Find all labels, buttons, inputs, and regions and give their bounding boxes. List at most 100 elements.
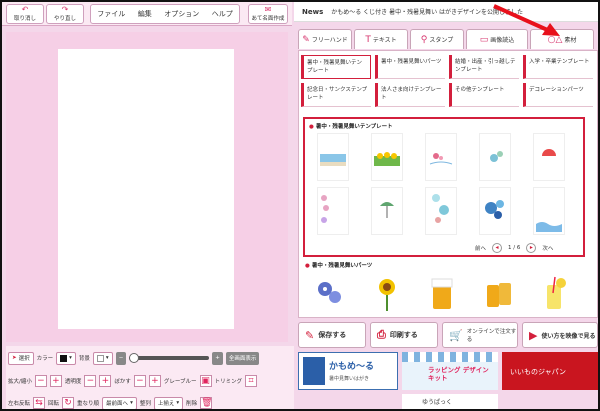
fullscreen-label: 全画面表示	[228, 356, 257, 362]
pager-prev-icon[interactable]: ◂	[492, 243, 503, 253]
redo-button[interactable]: ↷ やり直し	[46, 4, 84, 24]
japan-banner[interactable]: いいものジャパン	[502, 352, 598, 390]
pager-status: 1 / 6	[508, 245, 521, 251]
undo-button[interactable]: ↶ 取り消し	[6, 4, 44, 24]
flip-label: 左右反転	[8, 401, 31, 407]
undo-icon: ↶	[21, 5, 29, 14]
align-select[interactable]: 上揃え ▾	[153, 396, 184, 409]
wrapping-title: ラッピング デザインキット	[428, 366, 489, 382]
color-swatch	[60, 354, 68, 362]
kamomail-subtitle: 暑中見舞いはがき	[329, 376, 370, 382]
toast-beer-part[interactable]	[479, 273, 519, 313]
color-picker[interactable]: ▾	[56, 351, 76, 365]
template-thumb[interactable]	[317, 133, 349, 181]
tab-text-label: テキスト	[372, 37, 397, 44]
template-thumb[interactable]	[371, 133, 403, 181]
template-thumb[interactable]	[533, 133, 565, 181]
app-frame: ↶ 取り消し ↷ やり直し ファイル 編集 オプション ヘルプ ✉ あて名面作成…	[0, 0, 600, 411]
order-online-label: オンラインで注文する	[466, 329, 517, 343]
tab-freehand[interactable]: ✎ フリーハンド	[298, 29, 352, 49]
blur-minus-button[interactable]: −	[133, 375, 146, 387]
opacity-label: 透明度	[64, 379, 82, 385]
kamomail-logo	[303, 357, 325, 385]
flip-icon[interactable]: ⇆	[33, 397, 46, 409]
background-swatch	[96, 354, 104, 362]
rotate-label: 回転	[48, 401, 60, 407]
tab-freehand-label: フリーハンド	[311, 37, 348, 44]
order-online-button[interactable]: 🛒 オンラインで注文する	[442, 322, 518, 348]
kamomail-title: かもめ～る	[329, 362, 375, 372]
category-summer-parts[interactable]: 暑中・残暑見舞いパーツ	[375, 55, 445, 79]
fullscreen-button[interactable]: 全画面表示	[225, 351, 260, 365]
zoom-slider[interactable]	[129, 353, 210, 363]
pager-prev-label[interactable]: 前へ	[475, 244, 486, 252]
align-label: 整列	[139, 401, 151, 407]
category-summer-templates[interactable]: 暑中・残暑見舞いテンプレート	[301, 55, 371, 79]
zoom-in-button[interactable]: +	[212, 351, 223, 365]
order-select[interactable]: 最前面へ ▾	[102, 396, 137, 409]
right-panel: News かもめ～る くじ付き 暑中・残暑見舞い はがきデザインを公開しました …	[294, 2, 598, 409]
template-thumb[interactable]	[371, 187, 403, 235]
lemonade-part[interactable]	[535, 273, 575, 313]
template-thumb[interactable]	[479, 133, 511, 181]
tab-text[interactable]: T テキスト	[354, 29, 408, 49]
zoom-plus-button[interactable]: +	[49, 375, 62, 387]
color-label: カラー	[36, 356, 54, 362]
category-label: その他テンプレート	[455, 87, 505, 93]
pager-next-icon[interactable]: ▸	[526, 243, 537, 253]
save-button[interactable]: ✎ 保存する	[298, 322, 366, 348]
category-anniversary[interactable]: 記念日・サンクステンプレート	[301, 83, 371, 107]
blur-plus-button[interactable]: +	[148, 375, 161, 387]
pager-total: 6	[516, 245, 521, 251]
zoom-slider-knob[interactable]	[129, 353, 140, 363]
zoom-minus-button[interactable]: −	[34, 375, 47, 387]
template-thumb[interactable]	[533, 187, 565, 235]
opacity-minus-button[interactable]: −	[84, 375, 97, 387]
howto-video-button[interactable]: ▶ 使い方を映像で見る	[522, 322, 598, 348]
image-import-icon: ▭	[479, 34, 489, 45]
category-life-events[interactable]: 結婚・出産・引っ越しテンプレート	[449, 55, 519, 79]
template-thumb[interactable]	[425, 187, 457, 235]
order-label: 重なり順	[77, 401, 100, 407]
image-icon[interactable]: ▣	[199, 375, 212, 387]
category-label: 結婚・出産・引っ越しテンプレート	[455, 59, 516, 73]
kamomail-banner[interactable]: かもめ～る 暑中見舞いはがき	[298, 352, 398, 390]
category-label: 暑中・残暑見舞いパーツ	[381, 59, 442, 65]
background-picker[interactable]: ▾	[92, 351, 113, 365]
wrapping-banner[interactable]: ラッピング デザインキット	[402, 352, 498, 390]
template-thumb[interactable]	[317, 187, 349, 235]
trim-icon[interactable]: ⌗	[245, 375, 258, 387]
menu-file[interactable]: ファイル	[95, 9, 127, 19]
pager-next-label[interactable]: 次へ	[542, 244, 553, 252]
morning-glory-part[interactable]	[311, 273, 351, 313]
save-label: 保存する	[318, 331, 347, 339]
template-thumb[interactable]	[479, 187, 511, 235]
template-thumb[interactable]	[425, 133, 457, 181]
category-other[interactable]: その他テンプレート	[449, 83, 519, 107]
menu-options[interactable]: オプション	[162, 9, 201, 19]
beer-part[interactable]	[423, 273, 463, 313]
postcard-canvas[interactable]	[58, 49, 234, 329]
rotate-icon[interactable]: ↻	[62, 397, 75, 409]
category-school[interactable]: 入学・卒業テンプレート	[523, 55, 593, 79]
print-button[interactable]: ⎙ 印刷する	[370, 322, 438, 348]
tab-stamp-label: スタンプ	[429, 37, 454, 44]
canvas-area	[6, 32, 288, 342]
menu-help[interactable]: ヘルプ	[210, 9, 235, 19]
zoom-label: 拡大/縮小	[8, 379, 32, 385]
tool-row-3: 左右反転 ⇆ 回転 ↻ 重なり順 最前面へ ▾ 整列 上揃え ▾ 削除 🗑	[8, 394, 213, 409]
tab-stamp[interactable]: ⚲ スタンプ	[410, 29, 464, 49]
trash-icon[interactable]: 🗑	[200, 397, 213, 409]
zoom-out-button[interactable]: −	[115, 351, 127, 365]
yuupack-banner[interactable]: ゆうぱっく	[402, 394, 498, 409]
opacity-plus-button[interactable]: +	[99, 375, 112, 387]
select-button[interactable]: ➤ 選択	[8, 351, 34, 365]
addressee-button[interactable]: ✉ あて名面作成	[248, 4, 288, 24]
cart-icon: 🛒	[449, 328, 463, 342]
blur-label: ぼかす	[114, 379, 131, 385]
category-corporate[interactable]: 法人さま向けテンプレート	[375, 83, 445, 107]
menu-edit[interactable]: 編集	[136, 9, 154, 19]
category-label: 法人さま向けテンプレート	[381, 87, 442, 101]
category-decoration[interactable]: デコレーションパーツ	[523, 83, 593, 107]
sunflower-part[interactable]	[367, 273, 407, 313]
